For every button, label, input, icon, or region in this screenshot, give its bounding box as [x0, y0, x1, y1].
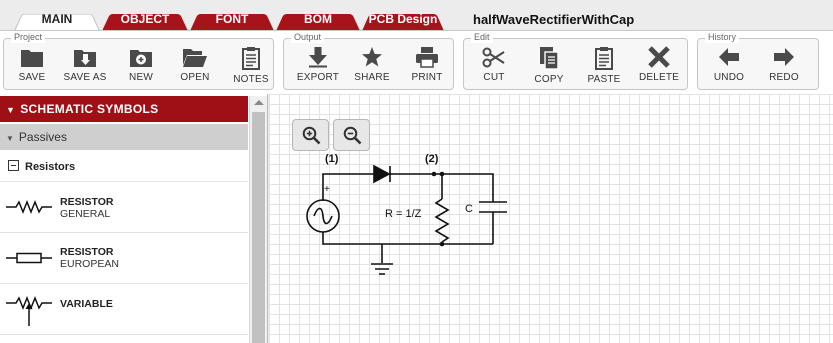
tab-main[interactable]: MAIN [14, 9, 100, 31]
open-folder-icon [183, 49, 207, 67]
scrollbar-thumb[interactable] [252, 112, 265, 343]
symbols-panel: ▼ SCHEMATIC SYMBOLS ▼ Passives Resistors R… [0, 94, 268, 343]
print-button[interactable]: PRINT [399, 43, 455, 89]
print-label: PRINT [411, 72, 443, 83]
tab-object-label: OBJECT [120, 12, 170, 26]
expand-triangle-icon: ▼ [6, 134, 14, 143]
node-dot-1 [431, 171, 437, 177]
paste-button[interactable]: PASTE [576, 43, 632, 89]
open-label: OPEN [180, 72, 210, 83]
tab-bom[interactable]: BOM [276, 9, 360, 31]
schematic-symbols-title: SCHEMATIC SYMBOLS [20, 102, 159, 116]
category-passives[interactable]: ▼ Passives [0, 124, 248, 150]
clipboard-icon [595, 47, 613, 70]
new-folder-icon [130, 50, 152, 67]
share-button[interactable]: SHARE [344, 43, 400, 89]
printer-icon [416, 47, 438, 68]
category-passives-label: Passives [18, 130, 67, 144]
notes-button[interactable]: NOTES [223, 43, 279, 89]
symbol-resistor-general[interactable]: RESISTOR GENERAL [0, 182, 248, 233]
cut-label: CUT [483, 72, 505, 83]
edit-group: Edit CUT COPY PASTE DELETE [463, 31, 688, 90]
resistor-box-icon [6, 252, 52, 264]
circuit-schematic [306, 164, 507, 275]
save-icon [21, 50, 43, 67]
tab-object[interactable]: OBJECT [102, 9, 188, 31]
subcategory-resistors-label: Resistors [25, 161, 76, 173]
symbol-name: VARIABLE [60, 298, 113, 310]
diode-symbol [373, 164, 391, 184]
new-button[interactable]: NEW [113, 43, 169, 89]
edit-group-label: Edit [471, 31, 493, 43]
symbol-variable-resistor[interactable]: VARIABLE [0, 284, 248, 335]
redo-label: REDO [769, 72, 799, 83]
paste-label: PASTE [587, 74, 621, 85]
tab-bom-label: BOM [304, 12, 332, 26]
wire-top-left [322, 173, 374, 201]
tab-font-label: FONT [215, 12, 249, 26]
share-label: SHARE [354, 72, 390, 83]
history-group: History UNDO REDO [697, 31, 819, 90]
notes-label: NOTES [233, 74, 269, 85]
save-as-button[interactable]: SAVE AS [57, 43, 113, 89]
copy-icon [540, 47, 559, 70]
node-dot-2 [439, 171, 445, 177]
ac-source-wave [313, 207, 333, 225]
resistor-zigzag-icon [6, 199, 52, 215]
delete-x-icon [648, 46, 670, 68]
resistor-zigzag [434, 198, 450, 243]
subcategory-resistors[interactable]: Resistors [0, 152, 248, 182]
symbol-name: RESISTOR [60, 246, 114, 258]
tab-main-label: MAIN [41, 12, 73, 26]
save-as-label: SAVE AS [63, 72, 107, 83]
tab-pcb-design[interactable]: PCB Design [362, 9, 444, 31]
export-arrow-icon [309, 47, 327, 68]
tab-pcb-design-label: PCB Design [368, 12, 438, 26]
save-button[interactable]: SAVE [4, 43, 60, 89]
cut-button[interactable]: CUT [466, 43, 522, 89]
schematic-canvas[interactable]: (1) (2) R = 1/Z C + [269, 94, 833, 343]
collapse-triangle-icon: ▼ [6, 105, 16, 115]
undo-button[interactable]: UNDO [701, 43, 757, 89]
project-group: Project SAVE SAVE AS NEW OPEN NOTES [3, 31, 274, 90]
symbol-resistor-european[interactable]: RESISTOR EUROPEAN [0, 233, 248, 284]
new-label: NEW [129, 72, 153, 83]
output-group: Output EXPORT SHARE PRINT [283, 31, 455, 90]
open-button[interactable]: OPEN [167, 43, 223, 89]
copy-button[interactable]: COPY [521, 43, 577, 89]
schematic-symbols-header[interactable]: ▼ SCHEMATIC SYMBOLS [0, 96, 248, 122]
document-title: halfWaveRectifierWithCap [473, 12, 635, 27]
star-icon [362, 47, 382, 67]
node-dot-3 [439, 241, 445, 247]
export-button[interactable]: EXPORT [290, 43, 346, 89]
redo-arrow-icon [774, 48, 794, 66]
undo-arrow-icon [719, 48, 739, 66]
symbol-subtype: EUROPEAN [60, 258, 119, 270]
scissors-icon [482, 47, 505, 68]
variable-resistor-icon [6, 295, 52, 326]
ground-symbol [371, 263, 393, 275]
redo-button[interactable]: REDO [756, 43, 812, 89]
undo-label: UNDO [713, 72, 745, 83]
export-label: EXPORT [296, 72, 340, 83]
toolbar: Project SAVE SAVE AS NEW OPEN NOTES Outp… [0, 30, 833, 94]
copy-label: COPY [534, 74, 564, 85]
tab-bar: MAIN OBJECT FONT BOM PCB Design halfWave… [0, 0, 833, 31]
notes-icon [242, 47, 260, 70]
save-as-icon [74, 50, 96, 67]
symbol-name: RESISTOR [60, 196, 114, 208]
project-group-label: Project [11, 31, 46, 43]
collapse-minus-icon [8, 160, 19, 171]
panel-scrollbar[interactable] [249, 96, 267, 343]
scroll-up-arrow-icon[interactable] [254, 100, 264, 105]
wire-bottom [322, 232, 493, 245]
save-label: SAVE [18, 72, 46, 83]
delete-label: DELETE [638, 72, 680, 83]
output-group-label: Output [291, 31, 325, 43]
tab-font[interactable]: FONT [190, 9, 274, 31]
delete-button[interactable]: DELETE [631, 43, 687, 89]
symbol-subtype: GENERAL [60, 208, 111, 220]
history-group-label: History [705, 31, 740, 43]
